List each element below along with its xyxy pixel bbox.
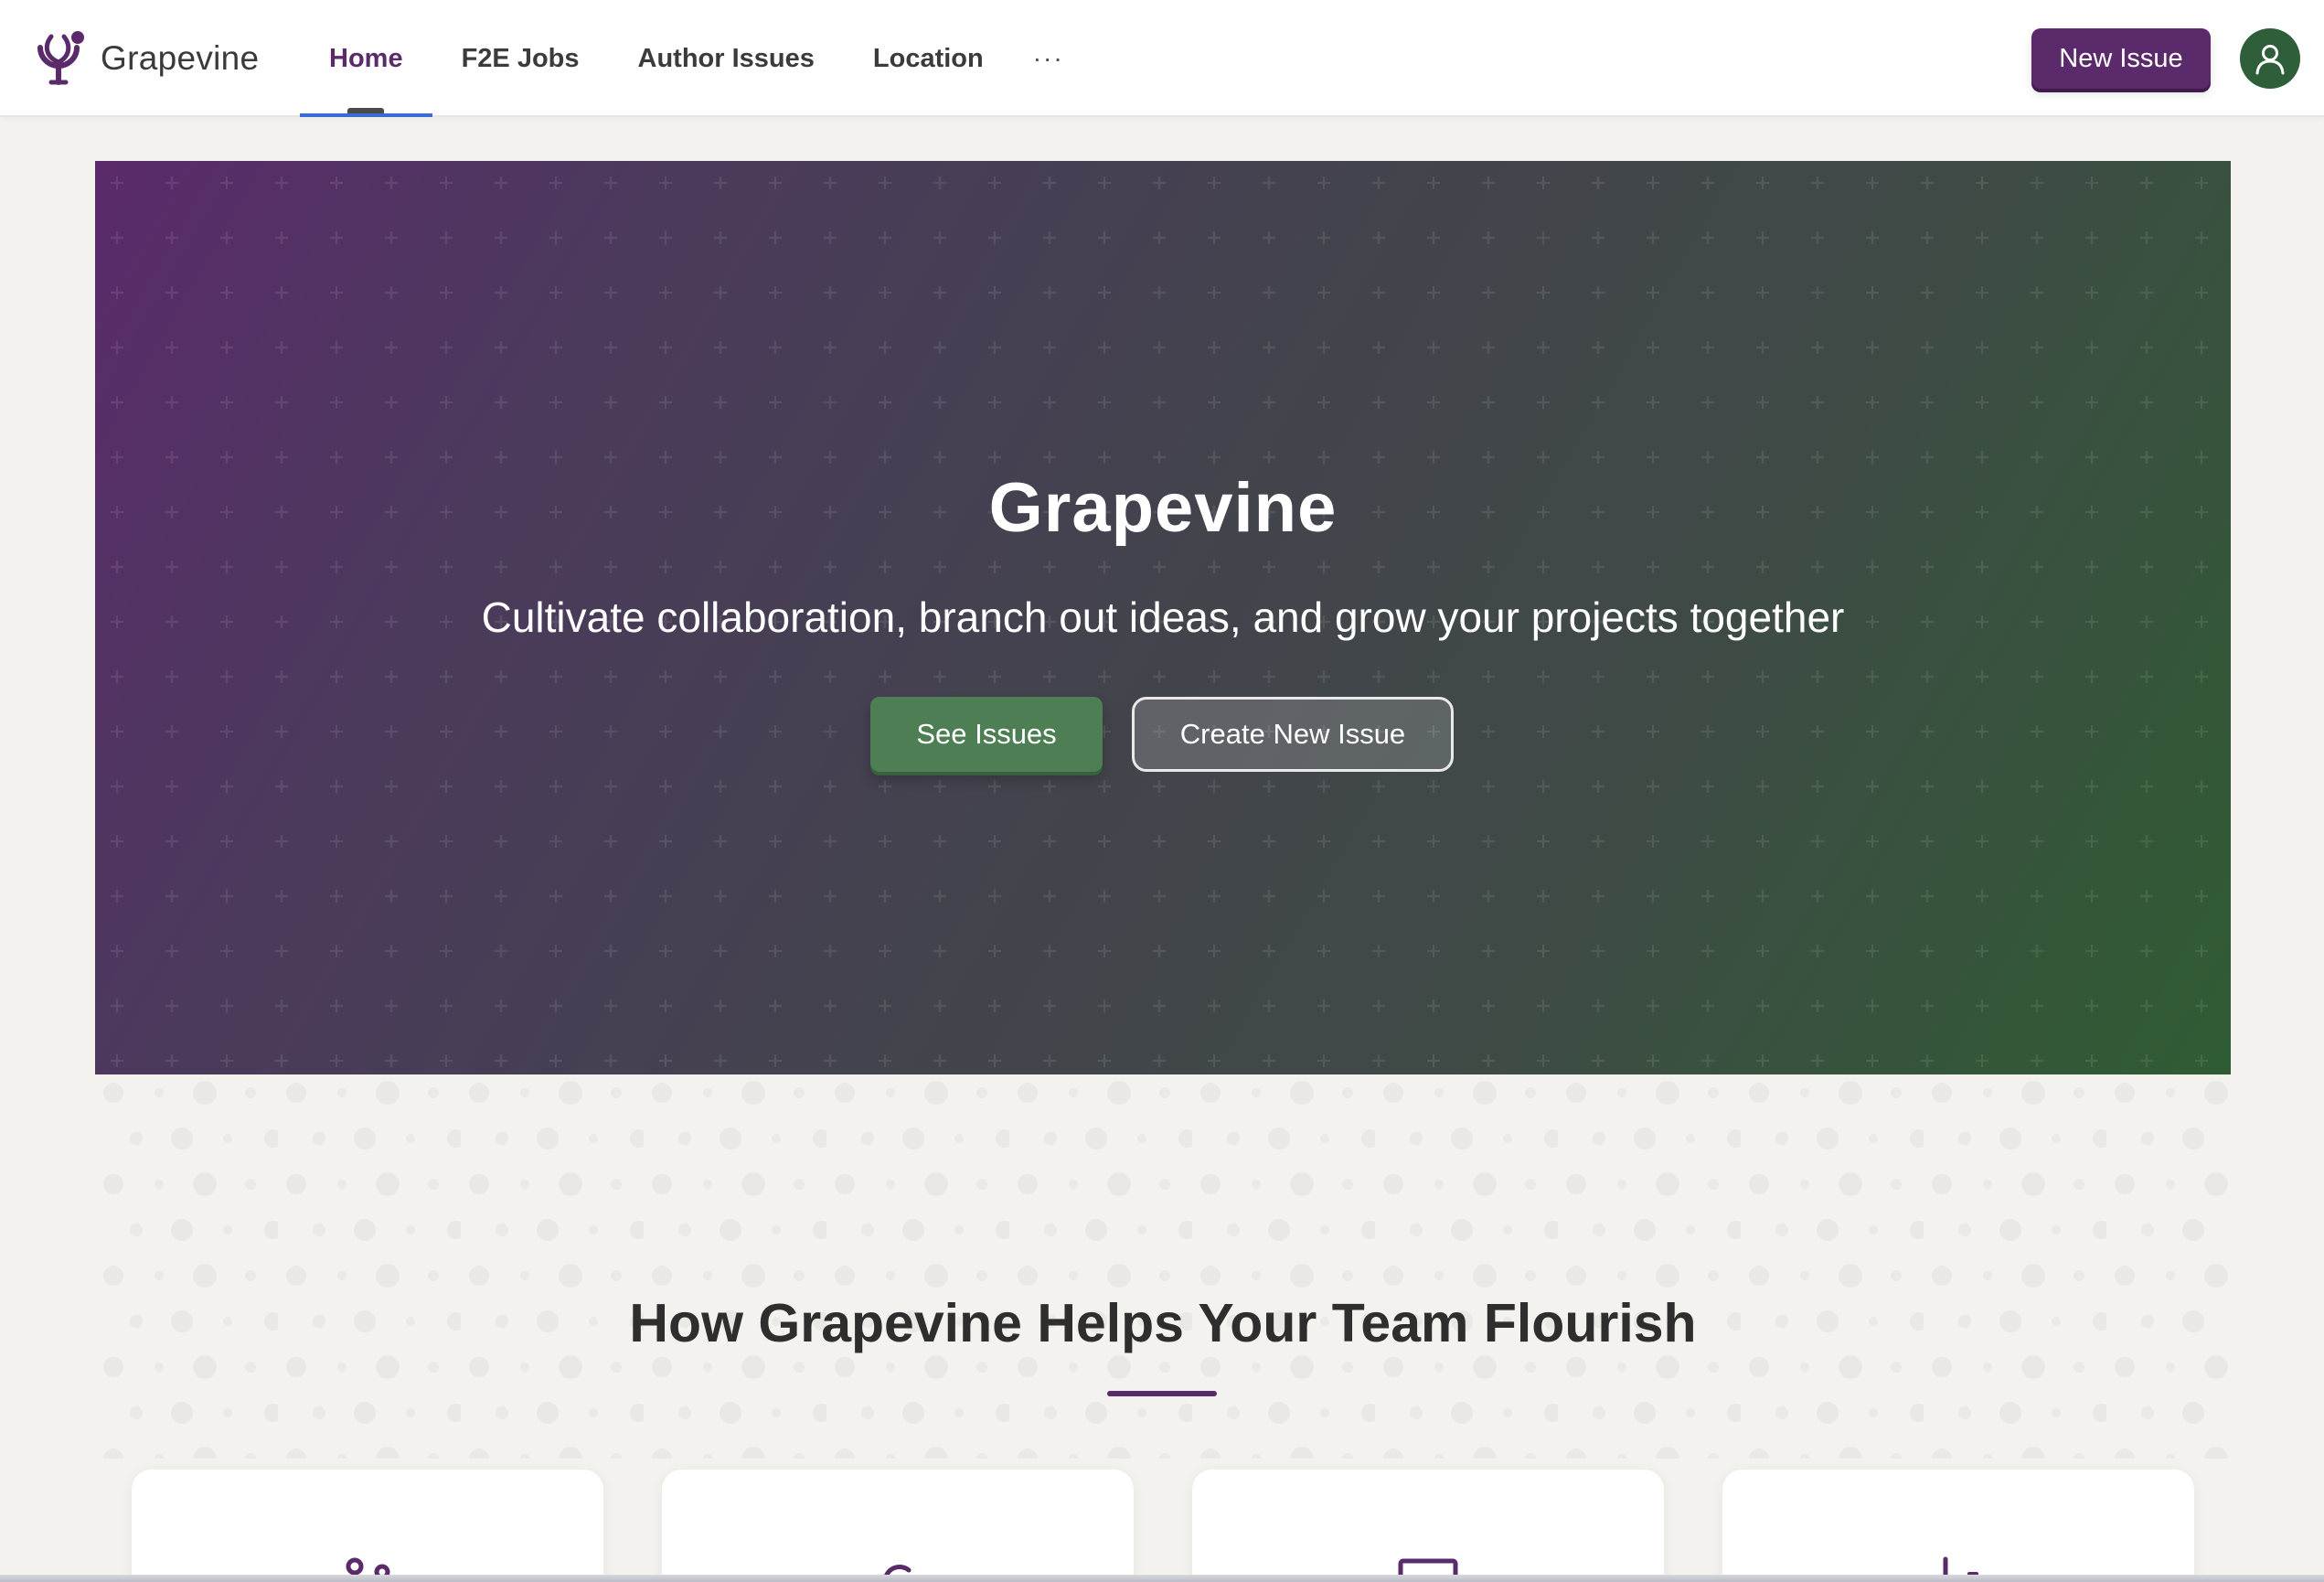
tab-label: Location — [872, 43, 984, 73]
tab-f2e-jobs[interactable]: F2E Jobs — [432, 0, 609, 117]
create-new-issue-button[interactable]: Create New Issue — [1132, 697, 1454, 772]
brand[interactable]: Grapevine — [33, 27, 259, 90]
tab-author-issues[interactable]: Author Issues — [609, 0, 844, 117]
features-section: How Grapevine Helps Your Team Flourish — [95, 1074, 2231, 1582]
main-tabs: Home F2E Jobs Author Issues Location ··· — [300, 0, 1084, 117]
tab-home[interactable]: Home — [300, 0, 432, 117]
tab-location[interactable]: Location — [844, 0, 1013, 117]
hero-title: Grapevine — [988, 469, 1338, 547]
tab-label: F2E Jobs — [461, 43, 580, 73]
new-issue-button[interactable]: New Issue — [2031, 28, 2211, 89]
hero-subtitle: Cultivate collaboration, branch out idea… — [481, 593, 1845, 641]
top-navbar: Grapevine Home F2E Jobs Author Issues Lo… — [0, 0, 2324, 117]
see-issues-button[interactable]: See Issues — [870, 697, 1103, 772]
hero-banner: Grapevine Cultivate collaboration, branc… — [95, 161, 2231, 1074]
tab-label: Home — [329, 43, 403, 73]
window-bottom-edge — [0, 1575, 2324, 1582]
feature-card[interactable] — [662, 1470, 1134, 1582]
grapevine-logo-icon — [37, 31, 84, 85]
title-underline — [1107, 1391, 1217, 1396]
avatar[interactable] — [2240, 28, 2300, 89]
feature-card[interactable] — [1192, 1470, 1664, 1582]
features-title: How Grapevine Helps Your Team Flourish — [629, 1293, 1697, 1353]
more-menu-button[interactable]: ··· — [1013, 0, 1084, 117]
feature-card[interactable] — [1722, 1470, 2194, 1582]
tab-label: Author Issues — [637, 43, 815, 73]
dots-background-pattern — [95, 1074, 2231, 1459]
brand-name: Grapevine — [101, 39, 260, 77]
user-icon — [2255, 45, 2285, 75]
feature-card[interactable] — [132, 1470, 603, 1582]
